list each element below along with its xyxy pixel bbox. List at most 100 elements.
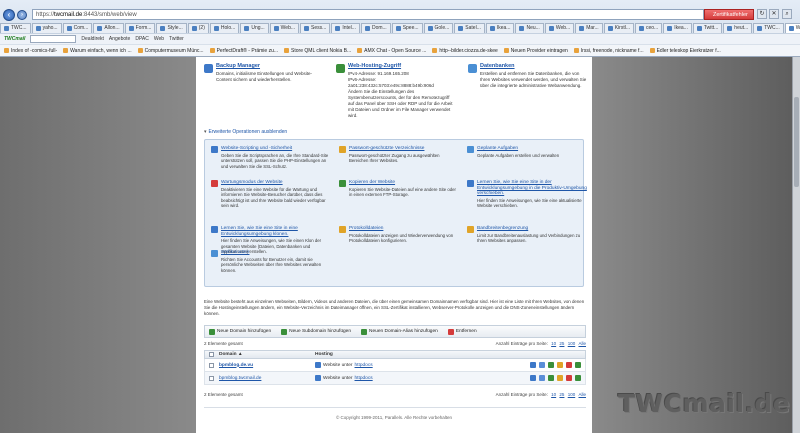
browser-tab[interactable]: yaho... [31,23,62,33]
file-manager-icon[interactable] [539,375,545,381]
ssl-icon[interactable] [575,362,581,368]
vertical-scrollbar[interactable] [792,57,800,433]
domain-link[interactable]: bpmblog.de.vu [219,363,253,368]
stats-icon[interactable] [548,375,554,381]
dns-icon[interactable] [557,362,563,368]
operation-link[interactable]: Protokolldateien [349,226,459,232]
browser-tab[interactable]: Web... [269,23,300,33]
address-bar[interactable]: https:// twcmail.de :8443/smb/web/view [32,9,704,20]
row-checkbox[interactable] [209,375,214,381]
bookmark-item[interactable]: http--bilder.ciozza.de-skee [432,48,498,54]
browser-tab[interactable]: Allon... [93,23,124,33]
operation-link[interactable]: Geplante Aufgaben [477,146,587,152]
operation-link[interactable]: Wartungsmodus der Website [221,180,331,186]
bookmark-item[interactable]: AMX Chat - Open Source ... [357,48,426,54]
bookmark-item[interactable]: Computermuseum Münc... [137,48,204,54]
stop-icon[interactable]: ✕ [769,9,779,19]
forward-button[interactable]: › [17,9,27,20]
browser-tab[interactable]: Gole... [423,23,454,33]
refresh-icon[interactable]: ↻ [757,9,767,19]
bookmark-item[interactable]: Neuen Provider eintragen [503,48,568,54]
browser-tab[interactable]: Satel... [454,23,485,33]
browser-tab[interactable]: Style... [156,23,187,33]
toolbar-item-3[interactable]: DPAC [135,36,149,42]
action-button[interactable]: Entfernen [447,328,477,335]
document-root-link[interactable]: httpdocs [355,376,373,381]
browser-tab[interactable]: Intel... [331,23,360,33]
operation-link[interactable]: Website-Scripting und -Sicherheit [221,146,331,152]
browser-tab[interactable]: Kirstl... [603,23,634,33]
browser-tab[interactable]: ceo... [634,23,663,33]
bookmark-item[interactable]: Irssi, freenode, nickname f... [573,48,644,54]
operation-link[interactable]: Bandbreitenbegrenzung [477,226,587,232]
bookmark-item[interactable]: Index of -comics-full- [4,48,57,54]
domain-link[interactable]: bpmblog.twcmail.de [219,376,261,381]
select-all-checkbox[interactable] [209,352,214,357]
globe-icon[interactable] [530,375,536,381]
browser-tab[interactable]: Ikea... [663,23,692,33]
action-button[interactable]: Neue Subdomain hinzufügen [281,328,351,335]
advanced-operations-toggle[interactable]: ▾ Erweiterte Operationen ausblenden [204,129,287,135]
browser-tab[interactable]: Ung... [240,23,269,33]
operation-link[interactable]: Kopieren der Website [349,180,459,186]
per-page-25-bottom[interactable]: 25 [559,392,564,397]
per-page-all[interactable]: Alle [578,341,586,346]
operation-link[interactable]: Lernen Sie, wie Sie eine Site in eine En… [221,226,331,237]
bookmark-item[interactable]: Edler teleskop Eierkratzer f... [649,48,721,54]
action-button[interactable]: Neuen Domain-Alias hinzufügen [361,328,438,335]
operation-link[interactable]: Webbenutzer [221,250,331,256]
operation-link[interactable]: Passwort-geschützte Verzeichnisse [349,146,459,152]
browser-tab[interactable]: Com... [62,23,93,33]
browser-tab[interactable]: Web... [544,23,575,33]
browser-tab[interactable]: Holo... [209,23,240,33]
backup-manager-link[interactable]: Backup Manager [216,63,324,69]
ssl-icon[interactable] [575,375,581,381]
per-page-100-bottom[interactable]: 100 [568,392,576,397]
certificate-error-badge[interactable]: Zertifikatfehler [704,9,754,20]
browser-tab[interactable]: (2) [187,23,209,33]
column-domain[interactable]: Domain ▲ [219,352,315,357]
hosting-access-link[interactable]: Web-Hosting-Zugriff [348,63,456,69]
browser-tab[interactable]: Neu... [515,23,544,33]
toolbar-item-1[interactable]: Dealdirekt [81,36,104,42]
file-manager-icon[interactable] [539,362,545,368]
search-icon[interactable]: ⌕ [782,9,792,19]
stats-icon[interactable] [548,362,554,368]
tab-label: Satel... [465,25,481,31]
row-checkbox[interactable] [209,362,214,368]
toolbar-item-4[interactable]: Web [154,36,164,42]
dns-icon[interactable] [557,375,563,381]
browser-tab[interactable]: Twitt... [692,23,723,33]
browser-tab[interactable]: Spee... [391,23,423,33]
mail-icon[interactable] [566,375,572,381]
bookmark-item[interactable]: Warum einfach, wenn ich ... [63,48,132,54]
browser-tab[interactable]: Dom... [360,23,391,33]
toolbar-item-5[interactable]: Twitter [169,36,184,42]
per-page-10-bottom[interactable]: 10 [551,392,556,397]
advanced-operation-item: Protokolldateien Protokolldateien anzeige… [339,226,459,244]
per-page-100[interactable]: 100 [568,341,576,346]
browser-tab[interactable]: TWC... [753,23,784,33]
bookmark-item[interactable]: Store QML client Nokia B... [284,48,351,54]
per-page-10[interactable]: 10 [551,341,556,346]
per-page-25[interactable]: 25 [559,341,564,346]
back-button[interactable]: ‹ [3,8,15,21]
browser-tab[interactable]: heut... [723,23,753,33]
operation-link[interactable]: Lernen Sie, wie Sie eine Site in der Ent… [477,180,587,197]
browser-tab[interactable]: W... [784,23,800,33]
mail-icon[interactable] [566,362,572,368]
browser-tab[interactable]: Sess... [300,23,331,33]
browser-tab[interactable]: Ikea... [485,23,515,33]
per-page-all-bottom[interactable]: Alle [578,392,586,397]
scrollbar-thumb[interactable] [794,97,799,187]
toolbar-item-2[interactable]: Angebote [109,36,130,42]
browser-tab[interactable]: TWC... [0,23,31,33]
document-root-link[interactable]: httpdocs [355,363,373,368]
toolbar-search-input[interactable] [30,35,77,43]
browser-tab[interactable]: Mar... [575,23,603,33]
globe-icon[interactable] [530,362,536,368]
action-button[interactable]: Neue Domain hinzufügen [209,328,271,335]
bookmark-item[interactable]: PerfectDraft® - Prämie zu... [209,48,278,54]
databases-link[interactable]: Datenbanken [480,63,588,69]
browser-tab[interactable]: Form... [124,23,156,33]
